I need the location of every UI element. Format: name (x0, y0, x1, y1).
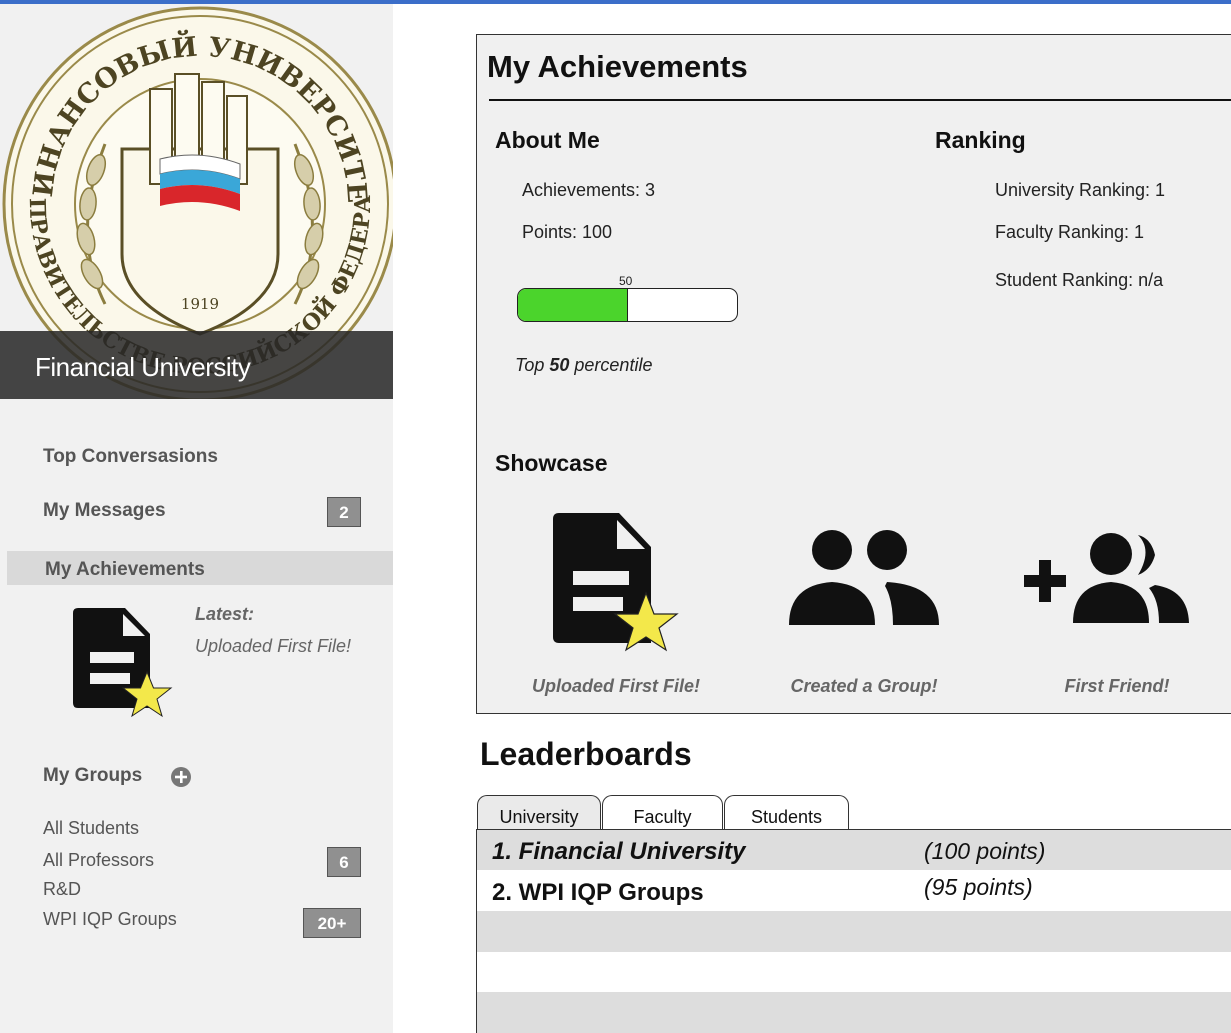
table-row[interactable]: 1. Financial University (100 points) (477, 830, 1231, 870)
percentile-prefix: Top (515, 355, 550, 375)
about-me-heading: About Me (495, 127, 600, 153)
wpi-iqp-count-badge: 20+ (303, 908, 361, 938)
add-friend-icon[interactable] (1023, 530, 1193, 635)
tab-faculty[interactable]: Faculty (602, 795, 723, 829)
plus-circle-icon[interactable] (170, 766, 192, 793)
percentile-value: 50 (549, 355, 570, 375)
tab-students[interactable]: Students (724, 795, 849, 829)
leaderboard-rank-name: 1. Financial University (492, 838, 746, 865)
leaderboard-rank-name: 2. WPI IQP Groups (492, 879, 704, 906)
table-row-empty (477, 992, 1231, 1033)
nav-my-groups[interactable]: My Groups (43, 765, 142, 787)
file-star-icon (70, 608, 180, 731)
group-item-r-and-d[interactable]: R&D (43, 879, 81, 900)
points-count: Points: 100 (522, 222, 613, 242)
nav-my-messages[interactable]: My Messages (43, 500, 166, 522)
leaderboard-points: (95 points) (924, 874, 1033, 900)
latest-achievement-value[interactable]: Uploaded First File! (195, 636, 351, 657)
table-row-empty (477, 911, 1231, 952)
leaderboards-heading: Leaderboards (480, 736, 692, 772)
progress-fill (518, 289, 628, 321)
university-ranking: University Ranking: 1 (995, 180, 1166, 200)
ranking-heading: Ranking (935, 127, 1026, 153)
sidebar: ФИНАНСОВЫЙ УНИВЕРСИТЕТ ПРИ ПРАВИТЕЛЬСТВЕ… (0, 4, 393, 1033)
group-item-all-students[interactable]: All Students (43, 818, 139, 839)
points-progress-bar (517, 288, 738, 322)
percentile-suffix: percentile (569, 355, 653, 375)
table-row[interactable]: 2. WPI IQP Groups (95 points) (477, 870, 1231, 911)
showcase-heading: Showcase (495, 450, 608, 476)
leaderboard-points: (100 points) (924, 838, 1046, 864)
latest-achievement-label: Latest: (195, 604, 255, 624)
nav-my-achievements[interactable]: My Achievements (45, 559, 205, 581)
faculty-ranking: Faculty Ranking: 1 (995, 222, 1145, 242)
all-professors-count-badge: 6 (327, 847, 361, 877)
achievements-count: Achievements: 3 (522, 180, 656, 200)
group-icon[interactable] (789, 530, 939, 635)
tab-university[interactable]: University (477, 795, 601, 829)
university-banner: Financial University (0, 331, 393, 399)
table-row-empty (477, 952, 1231, 992)
group-item-wpi-iqp-groups[interactable]: WPI IQP Groups (43, 909, 177, 930)
file-star-icon[interactable] (549, 513, 689, 668)
university-name[interactable]: Financial University (35, 352, 251, 383)
percentile-text: Top 50 percentile (515, 355, 652, 376)
group-item-all-professors[interactable]: All Professors (43, 850, 154, 871)
title-divider (489, 99, 1231, 101)
progress-value-label: 50 (619, 274, 633, 288)
nav-top-conversations[interactable]: Top Conversasions (43, 446, 218, 468)
showcase-label-first-friend: First Friend! (1064, 676, 1170, 696)
showcase-label-uploaded-first-file: Uploaded First File! (531, 676, 700, 696)
page-title: My Achievements (487, 49, 748, 84)
showcase-label-created-a-group: Created a Group! (790, 676, 938, 696)
svg-text:1919: 1919 (181, 295, 219, 313)
messages-count-badge: 2 (327, 497, 361, 527)
achievements-panel: My Achievements About Me Achievements: 3… (476, 34, 1231, 714)
student-ranking: Student Ranking: n/a (995, 270, 1164, 290)
